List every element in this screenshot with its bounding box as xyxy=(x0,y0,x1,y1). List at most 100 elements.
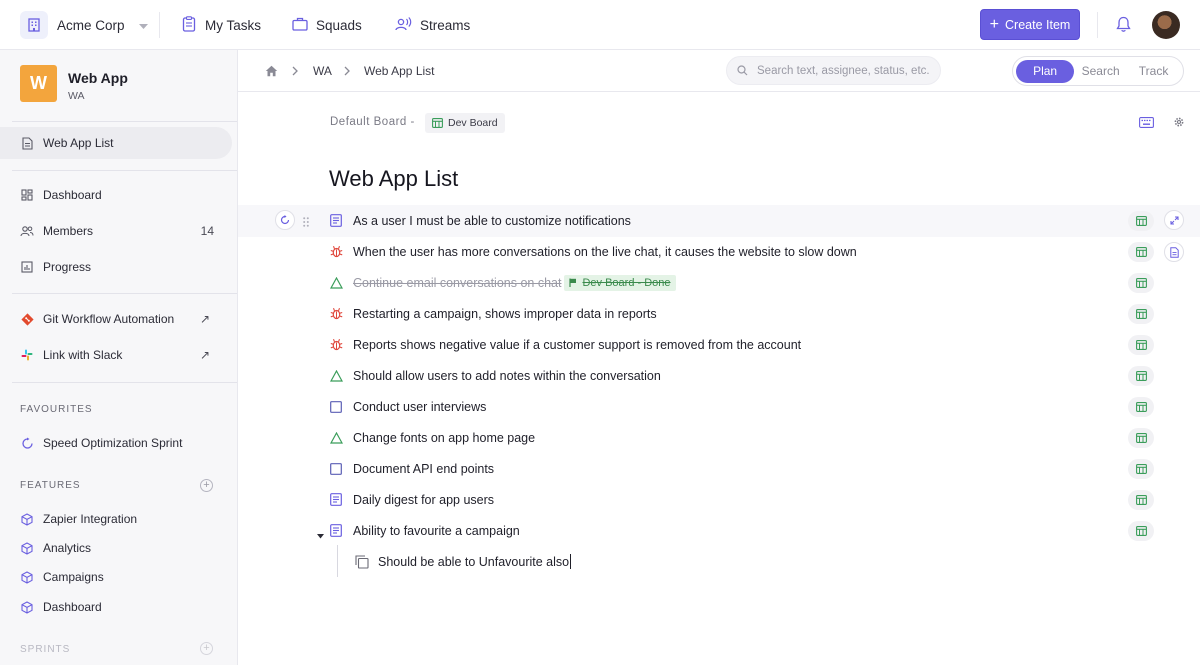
mode-search-button[interactable]: Search xyxy=(1074,60,1127,83)
improvement-icon xyxy=(329,369,343,383)
sidebar-item-progress[interactable]: Progress xyxy=(0,251,232,283)
sidebar-item-label: Progress xyxy=(43,260,92,274)
row-board-button[interactable] xyxy=(1128,366,1154,386)
sidebar-item-speed-sprint[interactable]: Speed Optimization Sprint xyxy=(0,427,232,459)
org-switcher[interactable]: Acme Corp xyxy=(20,0,148,50)
top-bar: Acme Corp My Tasks Squads Streams + Crea… xyxy=(0,0,1200,50)
mode-plan-button[interactable]: Plan xyxy=(1016,59,1075,83)
breadcrumb-project[interactable]: WA xyxy=(313,50,332,92)
sidebar-item-feature[interactable]: Dashboard xyxy=(0,591,232,623)
row-board-button[interactable] xyxy=(1128,490,1154,510)
list-item[interactable]: Reports shows negative value if a custom… xyxy=(329,329,801,360)
create-item-button[interactable]: + Create Item xyxy=(980,9,1080,40)
item-title: When the user has more conversations on … xyxy=(353,244,857,259)
add-sprint-button[interactable]: + xyxy=(200,642,213,655)
list-item[interactable]: Daily digest for app users xyxy=(329,484,494,515)
flag-icon xyxy=(569,278,577,287)
members-icon xyxy=(20,224,34,238)
gear-icon[interactable] xyxy=(1173,116,1185,131)
chevron-right-icon xyxy=(292,50,298,92)
nav-label: Squads xyxy=(316,17,362,33)
board-icon xyxy=(1135,464,1147,474)
row-board-button[interactable] xyxy=(1128,304,1154,324)
nav-squads[interactable]: Squads xyxy=(292,0,362,50)
sidebar-item-web-app-list[interactable]: Web App List xyxy=(0,127,232,159)
search-input[interactable]: Search text, assignee, status, etc. xyxy=(726,56,941,85)
breadcrumb-bar: WA Web App List Search text, assignee, s… xyxy=(238,50,1200,92)
sprint-icon xyxy=(20,436,34,450)
members-count: 14 xyxy=(200,224,214,238)
row-board-button[interactable] xyxy=(1128,273,1154,293)
sidebar-item-label: Zapier Integration xyxy=(43,512,138,526)
divider xyxy=(12,170,237,171)
list-item[interactable]: Continue email conversations on chat Dev… xyxy=(329,267,676,298)
row-board-button[interactable] xyxy=(1128,242,1154,262)
status-badge-label: Dev Board - Done xyxy=(582,276,671,289)
plus-icon: + xyxy=(989,15,1000,33)
row-board-button[interactable] xyxy=(1128,397,1154,417)
row-board-button[interactable] xyxy=(1128,211,1154,231)
status-badge: Dev Board - Done xyxy=(564,274,676,291)
sidebar-item-members[interactable]: Members 14 xyxy=(0,215,232,247)
row-board-button[interactable] xyxy=(1128,335,1154,355)
task-icon xyxy=(329,462,343,476)
board-label: Default Board - xyxy=(330,116,415,128)
expand-button[interactable] xyxy=(1164,210,1184,230)
mode-track-button[interactable]: Track xyxy=(1127,60,1180,83)
project-name: Web App xyxy=(68,70,128,86)
sidebar-item-feature[interactable]: Analytics xyxy=(0,532,232,564)
dashboard-icon xyxy=(20,188,34,202)
improvement-icon xyxy=(329,431,343,445)
create-item-label: Create Item xyxy=(1005,17,1071,32)
slack-icon xyxy=(20,348,34,362)
drag-handle-icon[interactable] xyxy=(303,215,309,230)
home-icon[interactable] xyxy=(265,50,278,92)
list-item[interactable]: When the user has more conversations on … xyxy=(329,236,857,267)
list-item[interactable]: Should allow users to add notes within t… xyxy=(329,360,661,391)
avatar[interactable] xyxy=(1152,11,1180,39)
improvement-icon xyxy=(329,276,343,290)
nav-streams[interactable]: Streams xyxy=(394,0,470,50)
sidebar-item-link-slack[interactable]: Link with Slack ↗ xyxy=(0,339,232,371)
item-title: Document API end points xyxy=(353,461,495,476)
nav-label: Streams xyxy=(420,17,471,33)
row-board-button[interactable] xyxy=(1128,521,1154,541)
subitem-title-input[interactable]: Should be able to Unfavourite also xyxy=(378,555,569,569)
row-board-button[interactable] xyxy=(1128,428,1154,448)
chart-icon xyxy=(20,260,34,274)
list-item[interactable]: Change fonts on app home page xyxy=(329,422,535,453)
item-title: Should allow users to add notes within t… xyxy=(353,368,661,383)
features-heading: FEATURES xyxy=(20,480,81,491)
sidebar-item-label: Campaigns xyxy=(43,570,104,584)
project-logo: W xyxy=(20,65,57,102)
caret-down-icon[interactable] xyxy=(317,527,324,542)
board-icon xyxy=(1135,309,1147,319)
details-button[interactable] xyxy=(1164,242,1184,262)
sidebar-item-dashboard[interactable]: Dashboard xyxy=(0,179,232,211)
clipboard-icon xyxy=(182,15,196,35)
item-title: As a user I must be able to customize no… xyxy=(353,213,631,228)
refresh-icon xyxy=(280,215,290,225)
list-item[interactable]: As a user I must be able to customize no… xyxy=(329,205,631,236)
bell-icon[interactable] xyxy=(1116,16,1131,36)
text-cursor xyxy=(570,554,572,569)
sidebar-item-feature[interactable]: Campaigns xyxy=(0,561,232,593)
add-feature-button[interactable]: + xyxy=(200,479,213,492)
sidebar-item-label: Speed Optimization Sprint xyxy=(43,436,183,450)
nav-my-tasks[interactable]: My Tasks xyxy=(182,0,261,50)
status-cycle-button[interactable] xyxy=(275,210,295,230)
subitem-row[interactable]: Should be able to Unfavourite also xyxy=(355,546,572,577)
list-item[interactable]: Conduct user interviews xyxy=(329,391,486,422)
external-link-icon: ↗ xyxy=(199,348,210,362)
bug-icon xyxy=(329,338,343,352)
keyboard-icon[interactable] xyxy=(1139,116,1154,131)
page-title: Web App List xyxy=(329,166,459,191)
sidebar-item-feature[interactable]: Zapier Integration xyxy=(0,503,232,535)
sidebar-item-git-workflow[interactable]: Git Workflow Automation ↗ xyxy=(0,303,232,335)
list-item[interactable]: Document API end points xyxy=(329,453,494,484)
board-chip[interactable]: Dev Board xyxy=(425,113,505,133)
list-item[interactable]: Ability to favourite a campaign xyxy=(329,515,520,546)
document-icon xyxy=(1169,246,1179,258)
list-item[interactable]: Restarting a campaign, shows improper da… xyxy=(329,298,657,329)
row-board-button[interactable] xyxy=(1128,459,1154,479)
